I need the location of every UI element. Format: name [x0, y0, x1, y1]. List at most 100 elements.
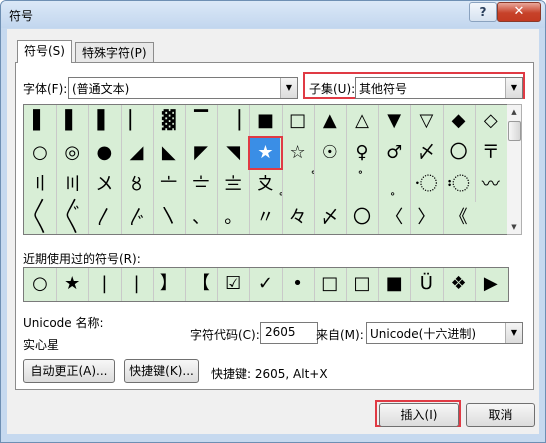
symbol-cell[interactable]: 〆 [411, 138, 441, 168]
symbol-cell[interactable]: ◢ [122, 138, 152, 168]
symbol-cell[interactable]: 〲 [57, 203, 87, 233]
symbol-cell[interactable]: ♂ [379, 138, 409, 168]
symbol-cell[interactable]: ▌ [25, 106, 55, 136]
recent-symbol-cell[interactable]: 【 [186, 269, 216, 299]
symbol-cell[interactable]: 〯 [444, 170, 474, 200]
tab-symbols[interactable]: 符号(S) [17, 40, 72, 63]
symbol-cell[interactable]: ▕ [218, 106, 248, 136]
symbol-cell[interactable]: 〧 [186, 170, 216, 200]
symbol-cell[interactable]: 〭 [379, 170, 409, 200]
symbol-cell[interactable]: ♀ [347, 138, 377, 168]
cell-divider [442, 169, 444, 202]
symbol-cell[interactable]: 〉 [411, 203, 441, 233]
from-label: 来自(M): [316, 328, 364, 342]
symbol-cell[interactable]: ○ [25, 138, 55, 168]
recent-symbol-cell[interactable]: ■ [379, 269, 409, 299]
symbol-cell[interactable]: 〰 [476, 170, 506, 200]
symbol-cell[interactable]: ☉ [315, 138, 345, 168]
scroll-down-icon[interactable]: ▼ [507, 220, 521, 234]
autocorrect-button[interactable]: 自动更正(A)... [23, 359, 115, 383]
symbol-cell[interactable]: ◇ [476, 106, 506, 136]
symbol-cell[interactable]: ◤ [186, 138, 216, 168]
symbol-cell[interactable]: 〬 [347, 170, 377, 200]
symbol-cell[interactable]: 〮 [411, 170, 441, 200]
symbol-cell[interactable]: 〴 [122, 203, 152, 233]
symbol-cell[interactable]: ■ [250, 106, 280, 136]
char-code-input[interactable]: 2605 [260, 322, 318, 344]
recent-symbol-cell[interactable]: | [122, 269, 152, 299]
symbol-cell[interactable]: 〇 [347, 203, 377, 233]
recent-symbol-cell[interactable]: ☑ [218, 269, 248, 299]
recent-symbol-cell[interactable]: ✓ [250, 269, 280, 299]
recent-symbol-cell[interactable]: ❖ [444, 269, 474, 299]
symbol-cell[interactable]: 〤 [89, 170, 119, 200]
symbol-cell[interactable]: ◣ [154, 138, 184, 168]
symbol-cell[interactable]: 々 [283, 203, 313, 233]
symbol-cell[interactable]: ▔ [186, 106, 216, 136]
cell-divider [378, 137, 380, 170]
recent-symbol-cell[interactable]: • [283, 269, 313, 299]
symbol-cell[interactable]: 〆 [315, 203, 345, 233]
symbol-cell[interactable]: 〫 [315, 170, 345, 200]
chevron-down-icon[interactable]: ▼ [505, 78, 522, 98]
symbol-cell[interactable]: □ [283, 106, 313, 136]
symbol-cell[interactable]: 〥 [122, 170, 152, 200]
scroll-up-icon[interactable]: ▲ [507, 105, 521, 119]
recent-symbol-cell[interactable]: □ [315, 269, 345, 299]
recent-symbol-cell[interactable]: Ü [411, 269, 441, 299]
recent-symbol-cell[interactable]: ▶ [476, 269, 506, 299]
symbol-cell[interactable]: ▲ [315, 106, 345, 136]
symbol-cell[interactable]: ▏ [122, 106, 152, 136]
symbol-cell[interactable]: ▽ [411, 106, 441, 136]
symbol-cell[interactable]: 〵 [154, 203, 184, 233]
cell-divider [217, 105, 219, 138]
cancel-button[interactable]: 取消 [466, 403, 535, 427]
symbol-cell[interactable]: 《 [444, 203, 474, 233]
help-button[interactable]: ? [469, 2, 497, 22]
symbol-cell[interactable]: 。 [218, 203, 248, 233]
insert-button[interactable]: 插入(I) [379, 403, 459, 427]
recent-symbol-cell[interactable]: ○ [25, 269, 55, 299]
chevron-down-icon[interactable]: ▼ [505, 323, 522, 343]
symbol-cell[interactable]: 、 [186, 203, 216, 233]
symbol-cell[interactable]: ▌ [57, 106, 87, 136]
symbol-cell[interactable]: △ [347, 106, 377, 136]
cell-divider [217, 169, 219, 202]
symbol-cell[interactable]: 〪 [283, 170, 313, 200]
symbol-cell[interactable]: 〇 [444, 138, 474, 168]
symbol-cell[interactable]: ▓ [154, 106, 184, 136]
recent-symbol-cell[interactable]: | [89, 269, 119, 299]
symbol-cell[interactable]: ▌ [89, 106, 119, 136]
scroll-thumb[interactable] [508, 121, 521, 141]
cell-divider [281, 268, 283, 301]
symbol-cell[interactable]: 〒 [476, 138, 506, 168]
symbol-cell[interactable]: ◆ [444, 106, 474, 136]
symbol-cell[interactable]: 〳 [89, 203, 119, 233]
symbol-cell[interactable]: ◥ [218, 138, 248, 168]
symbol-cell[interactable]: 〩 [250, 170, 280, 200]
shortcut-key-button[interactable]: 快捷键(K)... [124, 359, 199, 383]
symbol-cell[interactable]: ◎ [57, 138, 87, 168]
recent-symbol-cell[interactable]: 】 [154, 269, 184, 299]
font-dropdown[interactable]: (普通文本) ▼ [68, 77, 298, 99]
symbol-cell[interactable]: 〨 [218, 170, 248, 200]
symbol-cell[interactable]: ● [89, 138, 119, 168]
cell-divider [120, 137, 122, 170]
symbol-cell[interactable]: 〱 [25, 203, 55, 233]
close-button[interactable]: ✕ [497, 2, 541, 22]
symbol-cell[interactable]: ☆ [283, 138, 313, 168]
tab-special-characters[interactable]: 特殊字符(P) [75, 42, 154, 63]
recent-symbol-cell[interactable]: ★ [57, 269, 87, 299]
symbol-cell[interactable]: 〃 [250, 203, 280, 233]
chevron-down-icon[interactable]: ▼ [280, 78, 297, 98]
symbol-grid-scrollbar[interactable]: ▲ ▼ [507, 104, 522, 235]
subset-dropdown[interactable]: 其他符号 ▼ [355, 77, 523, 99]
symbol-cell[interactable]: 〦 [154, 170, 184, 200]
symbol-cell[interactable]: 〈 [379, 203, 409, 233]
recent-symbol-cell[interactable]: □ [347, 269, 377, 299]
symbol-cell[interactable]: 〣 [57, 170, 87, 200]
symbol-cell[interactable]: ▼ [379, 106, 409, 136]
symbol-cell[interactable]: 〢 [25, 170, 55, 200]
subset-label: 子集(U): [309, 82, 356, 96]
from-dropdown[interactable]: Unicode(十六进制) ▼ [366, 322, 523, 344]
